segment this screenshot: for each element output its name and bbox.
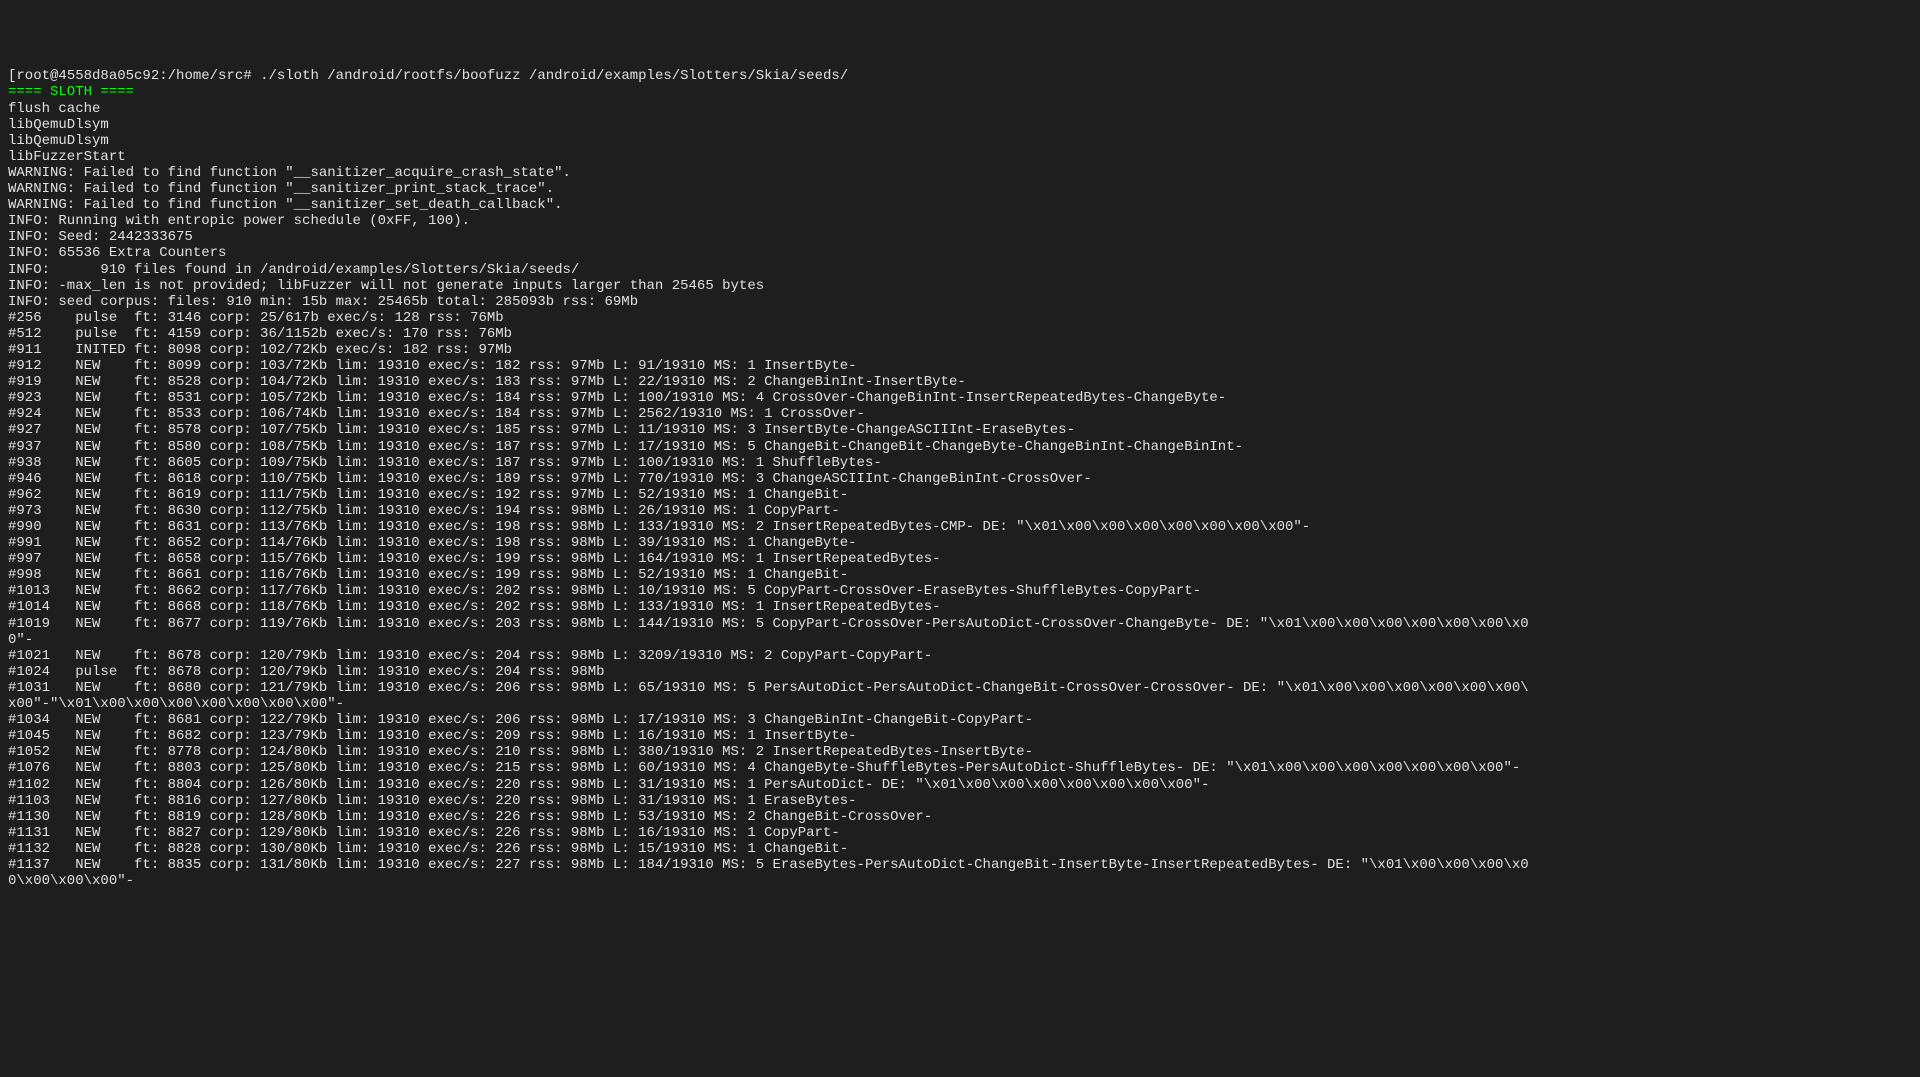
output-line: #1034 NEW ft: 8681 corp: 122/79Kb lim: 1… (8, 712, 1912, 728)
output-line: #1031 NEW ft: 8680 corp: 121/79Kb lim: 1… (8, 680, 1912, 696)
command: ./sloth /android/rootfs/boofuzz /android… (252, 68, 849, 84)
terminal-output[interactable]: [root@4558d8a05c92:/home/src# ./sloth /a… (8, 68, 1912, 889)
output-line: libFuzzerStart (8, 149, 1912, 165)
output-line: #1137 NEW ft: 8835 corp: 131/80Kb lim: 1… (8, 857, 1912, 873)
output-line: #1102 NEW ft: 8804 corp: 126/80Kb lim: 1… (8, 777, 1912, 793)
output-line: #1076 NEW ft: 8803 corp: 125/80Kb lim: 1… (8, 760, 1912, 776)
output-line: #927 NEW ft: 8578 corp: 107/75Kb lim: 19… (8, 422, 1912, 438)
output-line: libQemuDlsym (8, 133, 1912, 149)
output-line: INFO: -max_len is not provided; libFuzze… (8, 278, 1912, 294)
output-line: WARNING: Failed to find function "__sani… (8, 181, 1912, 197)
output-line: #1052 NEW ft: 8778 corp: 124/80Kb lim: 1… (8, 744, 1912, 760)
output-line: #1014 NEW ft: 8668 corp: 118/76Kb lim: 1… (8, 599, 1912, 615)
prompt-line: [root@4558d8a05c92:/home/src# ./sloth /a… (8, 68, 848, 84)
hash: # (243, 68, 251, 84)
output-line: INFO: seed corpus: files: 910 min: 15b m… (8, 294, 1912, 310)
output-line: #973 NEW ft: 8630 corp: 112/75Kb lim: 19… (8, 503, 1912, 519)
output-line: #991 NEW ft: 8652 corp: 114/76Kb lim: 19… (8, 535, 1912, 551)
output-line: #1024 pulse ft: 8678 corp: 120/79Kb lim:… (8, 664, 1912, 680)
output-line: x00"-"\x01\x00\x00\x00\x00\x00\x00\x00"- (8, 696, 1912, 712)
output-line: #1131 NEW ft: 8827 corp: 129/80Kb lim: 1… (8, 825, 1912, 841)
output-line: INFO: 910 files found in /android/exampl… (8, 262, 1912, 278)
separator: : (159, 68, 167, 84)
output-line: #990 NEW ft: 8631 corp: 113/76Kb lim: 19… (8, 519, 1912, 535)
output-line: #1013 NEW ft: 8662 corp: 117/76Kb lim: 1… (8, 583, 1912, 599)
output-lines: flush cachelibQemuDlsymlibQemuDlsymlibFu… (8, 101, 1912, 890)
output-line: INFO: Seed: 2442333675 (8, 229, 1912, 245)
output-line: 0\x00\x00\x00"- (8, 873, 1912, 889)
output-line: WARNING: Failed to find function "__sani… (8, 197, 1912, 213)
output-line: #937 NEW ft: 8580 corp: 108/75Kb lim: 19… (8, 439, 1912, 455)
output-line: #1130 NEW ft: 8819 corp: 128/80Kb lim: 1… (8, 809, 1912, 825)
output-line: 0"- (8, 632, 1912, 648)
output-line: #512 pulse ft: 4159 corp: 36/1152b exec/… (8, 326, 1912, 342)
output-line: #997 NEW ft: 8658 corp: 115/76Kb lim: 19… (8, 551, 1912, 567)
output-line: #1045 NEW ft: 8682 corp: 123/79Kb lim: 1… (8, 728, 1912, 744)
user-host: root@4558d8a05c92 (16, 68, 159, 84)
output-line: WARNING: Failed to find function "__sani… (8, 165, 1912, 181)
output-line: #998 NEW ft: 8661 corp: 116/76Kb lim: 19… (8, 567, 1912, 583)
output-line: #1132 NEW ft: 8828 corp: 130/80Kb lim: 1… (8, 841, 1912, 857)
output-line: #1103 NEW ft: 8816 corp: 127/80Kb lim: 1… (8, 793, 1912, 809)
output-line: INFO: Running with entropic power schedu… (8, 213, 1912, 229)
output-line: #256 pulse ft: 3146 corp: 25/617b exec/s… (8, 310, 1912, 326)
output-line: #962 NEW ft: 8619 corp: 111/75Kb lim: 19… (8, 487, 1912, 503)
output-line: #924 NEW ft: 8533 corp: 106/74Kb lim: 19… (8, 406, 1912, 422)
output-line: #946 NEW ft: 8618 corp: 110/75Kb lim: 19… (8, 471, 1912, 487)
path: /home/src (168, 68, 244, 84)
output-line: #919 NEW ft: 8528 corp: 104/72Kb lim: 19… (8, 374, 1912, 390)
output-line: #912 NEW ft: 8099 corp: 103/72Kb lim: 19… (8, 358, 1912, 374)
output-line: #1021 NEW ft: 8678 corp: 120/79Kb lim: 1… (8, 648, 1912, 664)
output-line: flush cache (8, 101, 1912, 117)
output-line: #1019 NEW ft: 8677 corp: 119/76Kb lim: 1… (8, 616, 1912, 632)
sloth-banner: ==== SLOTH ==== (8, 84, 134, 100)
output-line: #923 NEW ft: 8531 corp: 105/72Kb lim: 19… (8, 390, 1912, 406)
output-line: INFO: 65536 Extra Counters (8, 245, 1912, 261)
output-line: libQemuDlsym (8, 117, 1912, 133)
output-line: #938 NEW ft: 8605 corp: 109/75Kb lim: 19… (8, 455, 1912, 471)
output-line: #911 INITED ft: 8098 corp: 102/72Kb exec… (8, 342, 1912, 358)
